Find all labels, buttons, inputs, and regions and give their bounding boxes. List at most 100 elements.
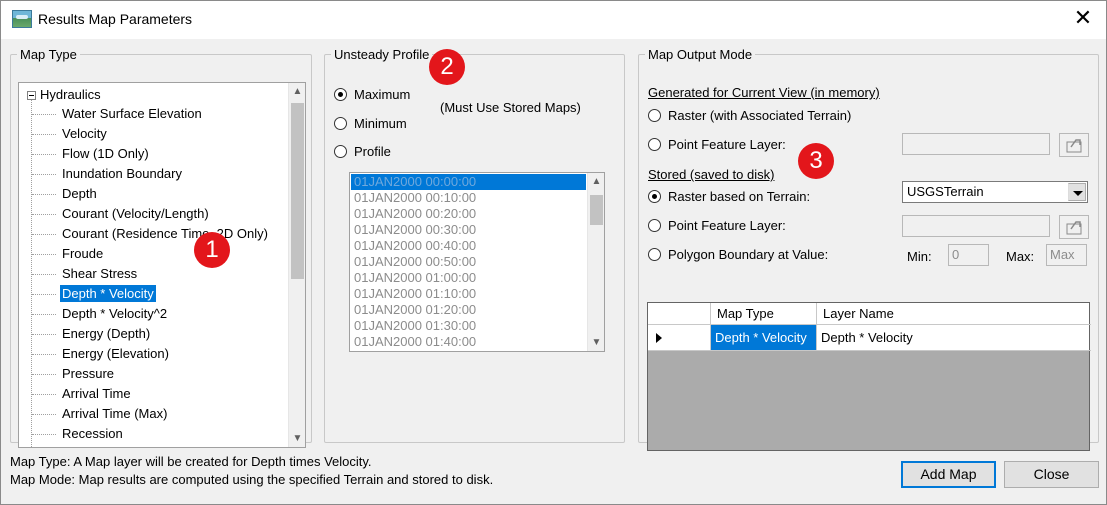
tree-item-label: Courant (Velocity/Length): [62, 206, 209, 221]
tree-item[interactable]: Pressure: [32, 364, 287, 384]
tree-item[interactable]: Depth * Velocity: [32, 284, 287, 304]
min-label: Min:: [907, 249, 932, 264]
grid-row-header[interactable]: [648, 325, 711, 351]
radio-profile-indicator[interactable]: [334, 145, 347, 158]
tree-item-label: Depth * Velocity: [60, 285, 156, 302]
grid-cell-layer-name[interactable]: Depth * Velocity: [817, 325, 1091, 351]
radio-point-feature-layer-2[interactable]: Point Feature Layer:: [648, 217, 786, 235]
grid-corner-cell: [648, 303, 711, 325]
radio-raster-based-on-terrain[interactable]: Raster based on Terrain:: [648, 188, 810, 206]
profile-listbox[interactable]: 01JAN2000 00:00:00 01JAN2000 00:10:00 01JA…: [349, 172, 605, 352]
profile-list-item[interactable]: 01JAN2000 00:40:00: [351, 238, 586, 254]
map-type-tree[interactable]: Hydraulics Water Surface Elevation Veloci…: [18, 82, 306, 448]
close-window-icon[interactable]: ✕: [1068, 6, 1098, 34]
tree-item[interactable]: Water Surface Elevation: [32, 104, 287, 124]
map-type-scrollbar[interactable]: ▲ ▼: [288, 83, 305, 447]
radio-raster-based-indicator[interactable]: [648, 190, 661, 203]
profile-list-item[interactable]: 01JAN2000 01:10:00: [351, 286, 586, 302]
tree-item-label: Depth: [62, 186, 97, 201]
tree-item[interactable]: Depth * Velocity^2: [32, 304, 287, 324]
radio-minimum-indicator[interactable]: [334, 117, 347, 130]
radio-polygon-boundary[interactable]: Polygon Boundary at Value:: [648, 246, 828, 264]
map-type-group: Map Type Hydraulics Water Surface Elevat…: [10, 47, 312, 448]
window-title: Results Map Parameters: [38, 11, 193, 27]
radio-raster-associated-indicator[interactable]: [648, 109, 661, 122]
profile-list-item[interactable]: 01JAN2000 01:00:00: [351, 270, 586, 286]
browse-layer-1-button[interactable]: [1059, 133, 1089, 157]
chevron-down-icon[interactable]: [1068, 183, 1086, 201]
radio-point-feature-1-indicator[interactable]: [648, 138, 661, 151]
point-feature-layer-1-field[interactable]: [902, 133, 1050, 155]
profile-list-item[interactable]: 01JAN2000 01:20:00: [351, 302, 586, 318]
radio-profile[interactable]: Profile: [334, 143, 391, 161]
tree-node-hydraulics[interactable]: Hydraulics: [27, 86, 101, 104]
map-layers-grid[interactable]: Map Type Layer Name Depth * Velocity Dep…: [647, 302, 1091, 451]
max-value-field[interactable]: Max: [1046, 244, 1087, 266]
tree-item[interactable]: Velocity: [32, 124, 287, 144]
tree-item-label: Water Surface Elevation: [62, 106, 202, 121]
radio-maximum[interactable]: Maximum: [334, 86, 410, 104]
profile-list-item[interactable]: 01JAN2000 01:30:00: [351, 318, 586, 334]
status-map-type: Map Type: A Map layer will be created fo…: [10, 454, 372, 469]
tree-item-label: Froude: [62, 246, 104, 261]
radio-profile-label: Profile: [354, 144, 391, 159]
collapse-icon[interactable]: [27, 91, 36, 101]
tree-item[interactable]: Courant (Residence Time, 2D Only): [32, 224, 287, 244]
tree-item[interactable]: Duration: [32, 444, 287, 447]
tree-item[interactable]: Flow (1D Only): [32, 144, 287, 164]
tree-item[interactable]: Courant (Velocity/Length): [32, 204, 287, 224]
radio-polygon-boundary-indicator[interactable]: [648, 248, 661, 261]
current-row-arrow-icon: [656, 333, 662, 343]
callout-badge-2: 2: [429, 49, 465, 85]
scroll-down-arrow-icon[interactable]: ▼: [588, 334, 604, 351]
tree-item-label: Energy (Elevation): [62, 346, 169, 361]
radio-point-feature-layer-1[interactable]: Point Feature Layer:: [648, 136, 786, 154]
scroll-down-arrow-icon[interactable]: ▼: [289, 430, 305, 447]
scroll-up-arrow-icon[interactable]: ▲: [289, 83, 305, 100]
tree-item[interactable]: Inundation Boundary: [32, 164, 287, 184]
scroll-up-arrow-icon[interactable]: ▲: [588, 173, 604, 190]
scroll-thumb[interactable]: [291, 103, 304, 279]
grid-cell-map-type[interactable]: Depth * Velocity: [711, 325, 817, 351]
tree-item[interactable]: Froude: [32, 244, 287, 264]
close-button[interactable]: Close: [1004, 461, 1099, 488]
grid-header-layer-name[interactable]: Layer Name: [817, 303, 1091, 325]
profile-list-item[interactable]: 01JAN2000 00:20:00: [351, 206, 586, 222]
add-map-button[interactable]: Add Map: [901, 461, 996, 488]
profile-list-item[interactable]: 01JAN2000 00:00:00: [351, 174, 586, 190]
radio-minimum[interactable]: Minimum: [334, 115, 407, 133]
terrain-select[interactable]: USGSTerrain: [902, 181, 1088, 203]
point-feature-layer-2-field[interactable]: [902, 215, 1050, 237]
tree-item[interactable]: Shear Stress: [32, 264, 287, 284]
radio-point-feature-2-indicator[interactable]: [648, 219, 661, 232]
browse-layer-2-button[interactable]: [1059, 215, 1089, 239]
radio-raster-associated-terrain[interactable]: Raster (with Associated Terrain): [648, 107, 851, 125]
profile-list-item[interactable]: 01JAN2000 00:50:00: [351, 254, 586, 270]
hec-ras-app-icon: [12, 10, 32, 28]
scroll-thumb[interactable]: [590, 195, 603, 225]
grid-row[interactable]: Depth * Velocity Depth * Velocity: [648, 325, 1091, 351]
profile-list-item[interactable]: 01JAN2000 01:40:00: [351, 334, 586, 350]
tree-item-label: Courant (Residence Time, 2D Only): [62, 226, 268, 241]
tree-item-label: Depth * Velocity^2: [62, 306, 168, 321]
grid-header-row: Map Type Layer Name: [648, 303, 1091, 325]
tree-item[interactable]: Depth: [32, 184, 287, 204]
radio-raster-associated-label: Raster (with Associated Terrain): [668, 108, 852, 123]
profile-list-item[interactable]: 01JAN2000 00:30:00: [351, 222, 586, 238]
tree-item[interactable]: Energy (Depth): [32, 324, 287, 344]
tree-item[interactable]: Arrival Time (Max): [32, 404, 287, 424]
tree-item[interactable]: Arrival Time: [32, 384, 287, 404]
open-folder-icon: [1066, 139, 1082, 153]
grid-header-map-type[interactable]: Map Type: [711, 303, 817, 325]
tree-item-label: Velocity: [62, 126, 107, 141]
profile-scrollbar[interactable]: ▲ ▼: [587, 173, 604, 351]
radio-maximum-indicator[interactable]: [334, 88, 347, 101]
min-value-field[interactable]: 0: [948, 244, 989, 266]
tree-item[interactable]: Energy (Elevation): [32, 344, 287, 364]
tree-item[interactable]: Recession: [32, 424, 287, 444]
results-map-parameters-window: Results Map Parameters ✕ Map Type Hydrau…: [0, 0, 1107, 505]
tree-item-label: Flow (1D Only): [62, 146, 149, 161]
terrain-select-value: USGSTerrain: [907, 184, 984, 199]
profile-list-item[interactable]: 01JAN2000 00:10:00: [351, 190, 586, 206]
tree-item-label: Shear Stress: [62, 266, 138, 281]
